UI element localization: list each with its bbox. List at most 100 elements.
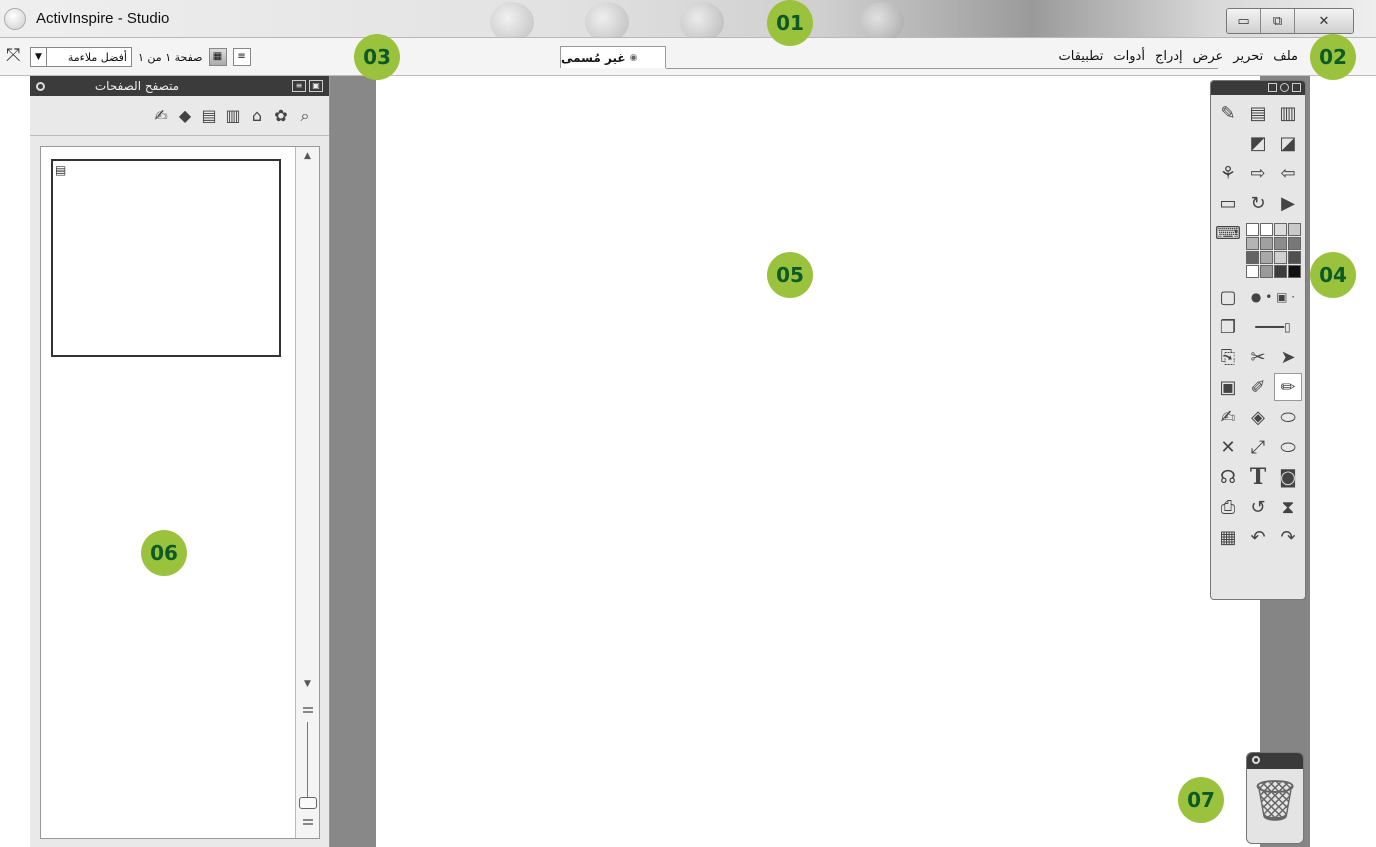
desktop-annotate-icon[interactable]: ◩ bbox=[1244, 129, 1272, 157]
redo-icon[interactable]: ↷ bbox=[1274, 523, 1302, 551]
color-swatch[interactable] bbox=[1259, 264, 1273, 278]
page-browser-icon[interactable]: ▥ bbox=[1274, 99, 1302, 127]
color-swatch[interactable] bbox=[1287, 236, 1301, 250]
undo-icon[interactable]: ↶ bbox=[1244, 523, 1272, 551]
text-icon[interactable]: T bbox=[1244, 463, 1272, 491]
object-browser-icon[interactable]: ⌂ bbox=[247, 106, 267, 125]
connector-icon[interactable]: ⤢ bbox=[1244, 433, 1272, 461]
page-notes-icon[interactable]: ✍ bbox=[151, 106, 171, 125]
tab-document[interactable]: ◉ غير مُسمى bbox=[560, 46, 666, 68]
trash-widget: 🗑 bbox=[1246, 752, 1304, 844]
menu-item-apps[interactable]: تطبيقات bbox=[1059, 49, 1104, 64]
color-swatch[interactable] bbox=[1245, 264, 1259, 278]
page-icon: ▤ bbox=[55, 163, 67, 177]
minimize-icon[interactable]: ▭ bbox=[1227, 9, 1261, 33]
color-swatch[interactable] bbox=[1259, 236, 1273, 250]
previous-page-icon[interactable]: ⇦ bbox=[1274, 159, 1302, 187]
color-swatch[interactable] bbox=[1245, 236, 1259, 250]
menu-bar: ملف تحرير عرض إدراج أدوات تطبيقات bbox=[1059, 49, 1299, 64]
tools-icon[interactable]: ✂ bbox=[1244, 343, 1272, 371]
list-icon[interactable]: ▥ bbox=[223, 106, 243, 125]
duplicate-page-icon[interactable]: ❐ bbox=[1214, 313, 1242, 341]
chevron-down-icon[interactable]: ▼ bbox=[31, 48, 47, 66]
close-icon[interactable]: ✕ bbox=[1295, 9, 1353, 33]
folder-icon[interactable]: ▭ bbox=[1214, 189, 1242, 217]
color-swatch[interactable] bbox=[1273, 264, 1287, 278]
panel-menu-icon[interactable]: ≡ bbox=[292, 80, 306, 92]
panel-options-icon[interactable]: ▣ bbox=[309, 80, 323, 92]
toolbox-grid: ✎ ▤ ▥ ◩ ◪ ⚘ ⇨ ⇦ ▭ ↻ ▶ ⌨ ▢ ● • ▣ · ❐ ━━━━… bbox=[1211, 95, 1305, 555]
flipchart-canvas[interactable] bbox=[376, 76, 1260, 847]
resource-browser-icon[interactable]: ⚘ bbox=[1214, 159, 1242, 187]
trash-pin-icon[interactable] bbox=[1252, 756, 1260, 764]
shape-recognition-icon[interactable]: ☊ bbox=[1214, 463, 1242, 491]
properties-icon[interactable]: ⌕ bbox=[295, 106, 315, 126]
spotlight-icon[interactable]: ▦ bbox=[1214, 523, 1242, 551]
refresh-icon[interactable]: ↺ bbox=[1244, 493, 1272, 521]
new-page-icon[interactable]: ▢ bbox=[1214, 283, 1242, 311]
toolbox-options-icon[interactable] bbox=[1292, 83, 1301, 92]
pens-icon[interactable]: ◆ bbox=[175, 106, 195, 125]
zoom-select[interactable]: ▼ أفضل ملاءمة bbox=[30, 47, 132, 67]
desktop-tracking-icon[interactable]: ◪ bbox=[1274, 129, 1302, 157]
color-swatch[interactable] bbox=[1273, 236, 1287, 250]
panel-pin-icon[interactable] bbox=[36, 81, 45, 91]
color-swatch[interactable] bbox=[1245, 250, 1259, 264]
clipboard-icon[interactable]: ▣ bbox=[1214, 373, 1242, 401]
toolbox-pin-icon[interactable] bbox=[1280, 83, 1289, 92]
camera-icon[interactable]: ◙ bbox=[1274, 463, 1302, 491]
thumbnail-zoom-track[interactable] bbox=[307, 722, 308, 800]
highlighter-icon[interactable]: ✐ bbox=[1244, 373, 1272, 401]
menu-row: ⤧ ▼ أفضل ملاءمة صفحة ١ من ١ ▦ ≡ ◉ غير مُ… bbox=[0, 38, 1376, 76]
color-swatch[interactable] bbox=[1273, 250, 1287, 264]
color-swatch[interactable] bbox=[1287, 264, 1301, 278]
toolbox-menu-icon[interactable] bbox=[1268, 83, 1277, 92]
app-logo-icon[interactable] bbox=[4, 8, 26, 30]
page-icon[interactable]: ≡ bbox=[232, 48, 251, 66]
color-swatch[interactable] bbox=[1287, 222, 1301, 236]
thumbnail-zoom-slider[interactable] bbox=[299, 797, 317, 809]
pen-width-dots[interactable]: ● • ▣ · bbox=[1244, 283, 1302, 311]
keyboard-icon[interactable]: ⌨ bbox=[1214, 219, 1242, 247]
scroll-up-icon[interactable]: ▲ bbox=[296, 151, 319, 161]
print-icon[interactable]: ⎙ bbox=[1214, 493, 1242, 521]
page-thumbnail[interactable]: ▤ bbox=[51, 159, 281, 357]
decorative-bubble bbox=[860, 2, 904, 42]
menu-item-view[interactable]: عرض bbox=[1193, 49, 1224, 64]
maximize-icon[interactable]: ⧉ bbox=[1261, 9, 1295, 33]
menu-item-file[interactable]: ملف bbox=[1273, 49, 1298, 64]
pen-icon[interactable]: ✏ bbox=[1274, 373, 1302, 401]
timer-icon[interactable]: ⧗ bbox=[1274, 493, 1302, 521]
color-swatch[interactable] bbox=[1287, 250, 1301, 264]
trash-icon[interactable]: 🗑 bbox=[1247, 777, 1303, 824]
callout-05: 05 bbox=[767, 252, 813, 298]
clear-icon[interactable]: ✕ bbox=[1214, 433, 1242, 461]
page-counter: صفحة ١ من ١ bbox=[138, 50, 203, 64]
fill-icon[interactable]: ◈ bbox=[1244, 403, 1272, 431]
resources-icon[interactable]: ✿ bbox=[271, 106, 291, 125]
page-extender-icon[interactable]: ⎘ bbox=[1214, 343, 1242, 371]
callout-04: 04 bbox=[1310, 252, 1356, 298]
menu-item-insert[interactable]: إدراج bbox=[1155, 49, 1183, 64]
next-page-icon[interactable]: ⇨ bbox=[1244, 159, 1272, 187]
color-swatch[interactable] bbox=[1259, 222, 1273, 236]
main-menu-icon[interactable]: ✎ bbox=[1214, 99, 1242, 127]
scroll-down-icon[interactable]: ▼ bbox=[296, 679, 319, 689]
reset-page-icon[interactable]: ↻ bbox=[1244, 189, 1272, 217]
notes-icon[interactable]: ▤ bbox=[199, 106, 219, 125]
color-swatch[interactable] bbox=[1273, 222, 1287, 236]
play-icon[interactable]: ▶ bbox=[1274, 189, 1302, 217]
pen-width-slider[interactable]: ━━━━▯ bbox=[1244, 313, 1302, 341]
scrollbar[interactable]: ▲ ▼ bbox=[295, 147, 319, 838]
color-swatch[interactable] bbox=[1245, 222, 1259, 236]
eraser-icon[interactable]: ⬭ bbox=[1274, 403, 1302, 431]
shape-icon[interactable]: ⬭ bbox=[1274, 433, 1302, 461]
page-thumbnail-icon[interactable]: ▦ bbox=[208, 48, 227, 66]
dashboard-icon[interactable]: ▤ bbox=[1244, 99, 1272, 127]
magic-ink-icon[interactable]: ✍ bbox=[1214, 403, 1242, 431]
expand-icon[interactable]: ⤧ bbox=[6, 47, 20, 65]
menu-item-edit[interactable]: تحرير bbox=[1233, 49, 1263, 64]
menu-item-tools[interactable]: أدوات bbox=[1113, 49, 1145, 64]
select-icon[interactable]: ➤ bbox=[1274, 343, 1302, 371]
color-swatch[interactable] bbox=[1259, 250, 1273, 264]
